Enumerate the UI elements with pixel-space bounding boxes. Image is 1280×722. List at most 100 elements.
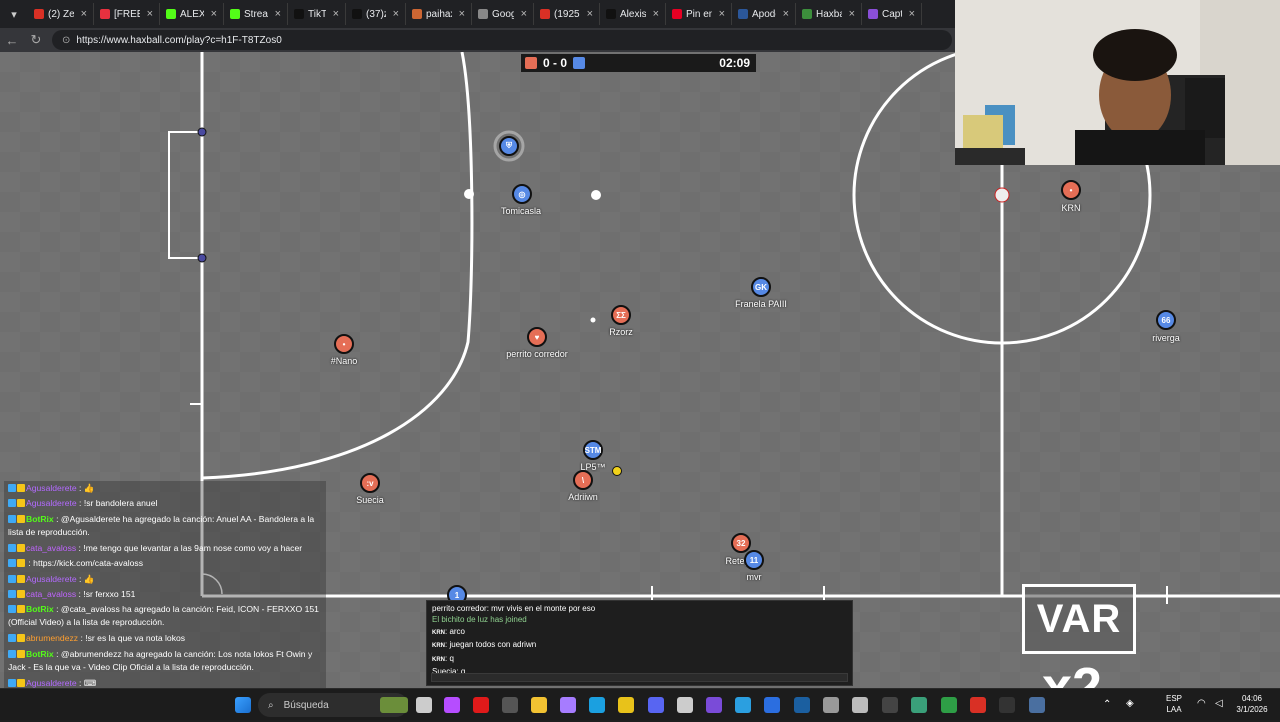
badge-icon (8, 590, 16, 599)
tab-close-icon[interactable]: × (587, 8, 593, 20)
tab-close-icon[interactable]: × (909, 8, 915, 20)
taskbar-mail-icon[interactable] (764, 697, 780, 713)
tab-favicon-icon (540, 9, 550, 19)
tray-network-icon[interactable]: ◈ (1126, 698, 1134, 709)
taskbar-copilot-icon[interactable] (444, 697, 460, 713)
browser-tab[interactable]: paihax × (406, 3, 472, 25)
game-chat-input[interactable] (431, 673, 848, 682)
clock[interactable]: 04:06 3/1/2026 (1232, 693, 1272, 715)
tab-close-icon[interactable]: × (211, 8, 217, 20)
browser-tab[interactable]: (2) Zel × (28, 3, 94, 25)
taskbar-calc-icon[interactable] (1029, 697, 1045, 713)
taskbar-pen-icon[interactable] (560, 697, 576, 713)
windows-start-icon[interactable] (235, 697, 251, 713)
tab-favicon-icon (230, 9, 240, 19)
chat-username[interactable]: BotRix (26, 604, 54, 614)
taskbar-azure-icon[interactable] (735, 697, 751, 713)
browser-tab[interactable]: [FREE] F × (94, 3, 160, 25)
chat-username[interactable]: Agusalderete (26, 498, 77, 508)
tab-close-icon[interactable]: × (275, 8, 281, 20)
player-disc-blue: STM (583, 440, 603, 460)
badge-icon (17, 649, 25, 658)
tray-volume-icon[interactable]: ◁ (1215, 698, 1223, 709)
browser-tab[interactable]: Captura × (862, 3, 922, 25)
browser-tab[interactable]: Alexisp × (600, 3, 666, 25)
score: 0 - 0 (543, 56, 568, 70)
browser-tab[interactable]: Google × (472, 3, 534, 25)
chat-username[interactable]: Agusalderete (26, 574, 77, 584)
taskbar-vs-icon[interactable] (618, 697, 634, 713)
browser-tab[interactable]: (37)zia × (346, 3, 406, 25)
tab-favicon-icon (34, 9, 44, 19)
badge-icon (17, 678, 25, 687)
taskbar-steam-icon[interactable] (794, 697, 810, 713)
taskbar-edge-icon[interactable] (589, 697, 605, 713)
tab-close-icon[interactable]: × (653, 8, 659, 20)
tab-favicon-icon (478, 9, 488, 19)
taskbar-opera-icon[interactable] (473, 697, 489, 713)
taskbar-ccleaner-icon[interactable] (677, 697, 693, 713)
chat-username[interactable]: cata_avaloss (26, 543, 76, 553)
tab-search-button[interactable]: ▾ (0, 3, 28, 25)
back-button[interactable]: ← (0, 28, 24, 52)
browser-tab[interactable]: TikTok × (288, 3, 346, 25)
badge-icon (8, 678, 16, 687)
url-field[interactable]: ⊙ https://www.haxball.com/play?c=h1F-T8T… (52, 30, 952, 50)
taskbar-chrome-icon[interactable] (941, 697, 957, 713)
taskbar-terminal-icon[interactable] (882, 697, 898, 713)
tray-wifi-icon[interactable]: ◠ (1197, 698, 1206, 709)
taskbar-folder-icon[interactable] (531, 697, 547, 713)
tab-close-icon[interactable]: × (719, 8, 725, 20)
taskbar-gear-icon[interactable] (852, 697, 868, 713)
game-chat-text: : juegan todos con adriwn (445, 640, 537, 650)
badge-icon (8, 605, 16, 614)
badge-icon (8, 499, 16, 508)
taskbar-store-icon[interactable] (502, 697, 518, 713)
chat-username[interactable]: BotRix (26, 649, 54, 659)
tab-favicon-icon (738, 9, 748, 19)
taskbar-landscape-icon[interactable] (380, 697, 408, 713)
tab-close-icon[interactable]: × (521, 8, 527, 20)
blue-team-icon (573, 57, 586, 69)
game-chat-text: perrito corredor: mvr vivis en el monte … (432, 604, 596, 613)
badge-icon (17, 499, 25, 508)
language-indicator[interactable]: ESP LAA (1166, 693, 1182, 715)
game-chat-sender: KRN (432, 643, 445, 650)
player-disc-blue: 11 (744, 550, 764, 570)
browser-tab[interactable]: Pin en × (666, 3, 732, 25)
tab-close-icon[interactable]: × (849, 8, 855, 20)
tab-close-icon[interactable]: × (459, 8, 465, 20)
browser-tab[interactable]: Haxball × (796, 3, 862, 25)
tab-close-icon[interactable]: × (393, 8, 399, 20)
taskbar-file-icon[interactable] (416, 697, 432, 713)
taskbar-settings-icon[interactable] (823, 697, 839, 713)
search-icon: ⌕ (268, 699, 274, 711)
player-name: perrito corredor (506, 349, 568, 359)
tab-close-icon[interactable]: × (783, 8, 789, 20)
reload-button[interactable]: ↻ (24, 28, 48, 52)
chat-username[interactable]: BotRix (26, 514, 54, 524)
taskbar-discord-icon[interactable] (648, 697, 664, 713)
chat-username[interactable]: Agusalderete (26, 483, 77, 493)
game-chat: perrito corredor: mvr vivis en el monte … (426, 600, 853, 686)
tray-chevron-icon[interactable]: ⌃ (1103, 699, 1111, 710)
taskbar-chrome2-icon[interactable] (970, 697, 986, 713)
site-info-icon[interactable]: ⊙ (62, 35, 70, 46)
tab-close-icon[interactable]: × (147, 8, 153, 20)
chat-username[interactable]: Agusalderete (26, 678, 77, 688)
browser-tab[interactable]: (19253 × (534, 3, 600, 25)
tab-close-icon[interactable]: × (81, 8, 87, 20)
browser-tab[interactable]: Apodo × (732, 3, 796, 25)
tab-close-icon[interactable]: × (333, 8, 339, 20)
chat-username[interactable]: abrumendezz (26, 633, 78, 643)
taskbar-app-icon[interactable] (706, 697, 722, 713)
player-name: riverga (1152, 333, 1180, 343)
browser-tab[interactable]: Stream × (224, 3, 288, 25)
game-chat-text: : q (445, 653, 454, 663)
taskbar-globe-icon[interactable] (911, 697, 927, 713)
tab-label: (37)zia (366, 8, 386, 20)
tab-label: TikTok (308, 8, 326, 20)
browser-tab[interactable]: ALEXIS × (160, 3, 224, 25)
chat-username[interactable]: cata_avaloss (26, 589, 76, 599)
taskbar-obs-icon[interactable] (999, 697, 1015, 713)
